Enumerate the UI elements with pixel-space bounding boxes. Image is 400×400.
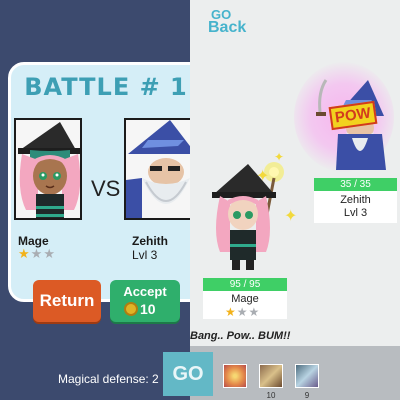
opponent-info: Zehith Lvl 3: [314, 191, 397, 223]
star-empty-icon: ★: [248, 305, 260, 319]
battle-log: Bang.. Pow.. BUM!!: [190, 330, 291, 342]
return-button[interactable]: Return: [33, 280, 101, 322]
star-empty-icon: ★: [43, 246, 55, 261]
sparkle-icon: ✦: [256, 168, 270, 185]
skill-bar: 10 9: [190, 346, 400, 400]
zehith-portrait: [124, 118, 190, 220]
coin-icon: [124, 302, 138, 316]
opponent-level: Lvl 3: [343, 207, 368, 219]
battle-scene: GO Back POW 35 / 35 Zehith Lvl 3 ✦ ✦ ✦ 9…: [190, 0, 400, 400]
battle-title: BATTLE # 1: [24, 73, 188, 101]
player-name: Mage: [231, 293, 259, 305]
star-filled-icon: ★: [18, 246, 30, 261]
opponent-hp-bar: 35 / 35: [314, 178, 397, 191]
opponent-level: Lvl 3: [132, 248, 158, 262]
accept-button-label: Accept: [123, 284, 167, 299]
back-label: Back: [208, 19, 247, 36]
accept-button[interactable]: Accept 10: [110, 280, 180, 322]
staff-strike-icon[interactable]: [259, 364, 283, 388]
fire-burst-icon[interactable]: [223, 364, 247, 388]
accept-cost-value: 10: [140, 301, 156, 317]
player-star-rating: ★ ★ ★: [203, 305, 287, 319]
vs-label: VS: [91, 176, 121, 201]
sparkle-icon: ✦: [274, 150, 285, 164]
skill-count: 9: [304, 391, 310, 400]
go-back-button[interactable]: GO Back: [208, 8, 247, 36]
star-empty-icon: ★: [30, 246, 43, 261]
frost-wave-icon[interactable]: [295, 364, 319, 388]
player-info: Mage ★ ★ ★: [203, 291, 287, 319]
opponent-name: Zehith: [132, 234, 168, 248]
player-star-rating: ★ ★ ★: [18, 247, 55, 261]
player-hp-bar: 95 / 95: [203, 278, 287, 291]
accept-cost: 10: [124, 301, 156, 317]
star-empty-icon: ★: [236, 305, 248, 319]
go-button[interactable]: GO: [163, 352, 213, 396]
skill-count: 10: [266, 391, 276, 400]
sparkle-icon: ✦: [284, 208, 298, 225]
star-filled-icon: ★: [225, 305, 236, 319]
stat-text: Magical defense: 2: [58, 372, 159, 386]
opponent-name: Zehith: [340, 194, 371, 206]
mage-portrait: [14, 118, 82, 220]
challenge-panel: BATTLE # 1 VS Mage ★ ★ ★ Zehith Lvl 3 Re…: [0, 0, 190, 400]
